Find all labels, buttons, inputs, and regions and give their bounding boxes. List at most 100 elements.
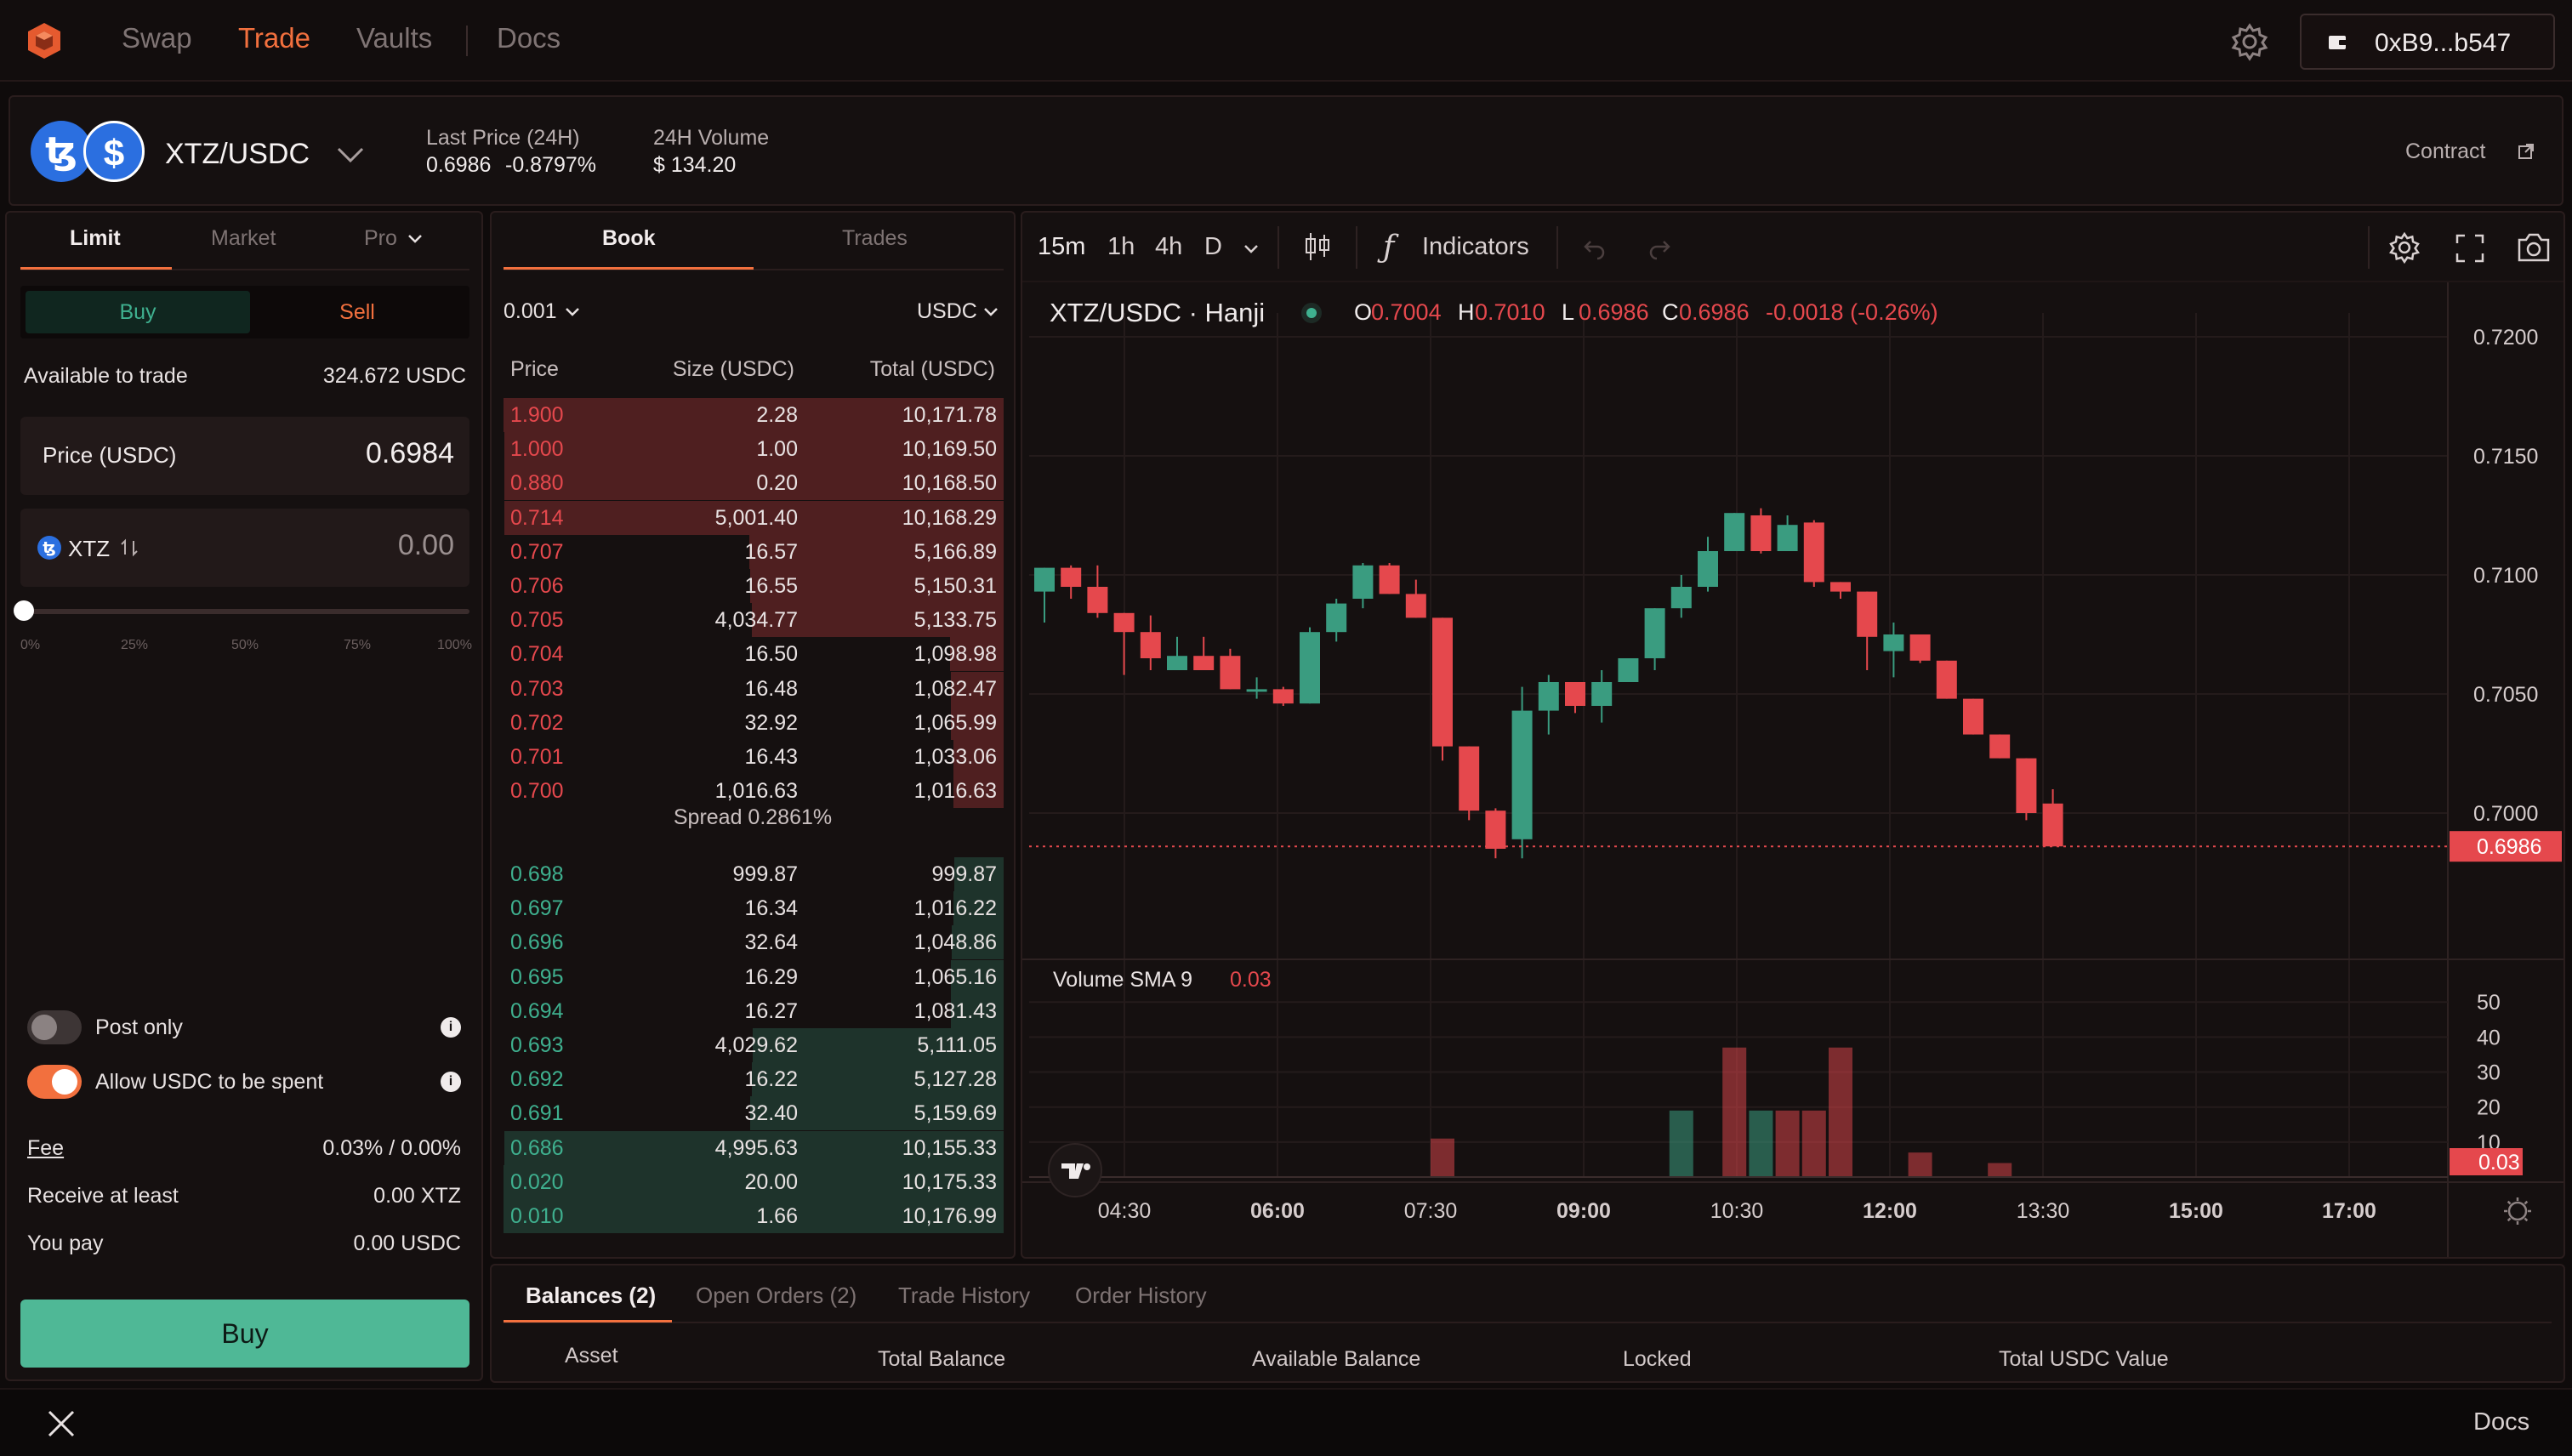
contract-link[interactable]: Contract <box>2405 139 2485 164</box>
candle[interactable] <box>1352 565 1374 599</box>
candle[interactable] <box>1140 632 1161 658</box>
function-fx-icon[interactable]: ƒ <box>1383 230 1410 265</box>
candle[interactable] <box>1750 515 1772 551</box>
sell-side-button[interactable]: Sell <box>250 291 464 333</box>
ask-row[interactable]: 0.704 16.50 1,098.98 <box>504 637 1004 672</box>
volume-bar[interactable] <box>1669 1110 1693 1177</box>
candlestick-chart[interactable]: 04:30 06:00 07:30 09:00 10:30 12:00 13:30 15:00… <box>1022 282 2563 1257</box>
tab-market[interactable]: Market <box>211 226 276 251</box>
candle[interactable] <box>1936 660 1957 699</box>
candle[interactable] <box>1618 658 1639 682</box>
candle[interactable] <box>1989 734 2011 759</box>
candle[interactable] <box>1087 587 1108 613</box>
quantity-input[interactable]: ꜩ XTZ 0.00 <box>20 509 469 587</box>
tab-book[interactable]: Book <box>602 226 656 251</box>
interval-d[interactable]: D <box>1204 233 1222 261</box>
volume-bar[interactable] <box>1775 1110 1800 1177</box>
chevron-down-icon[interactable] <box>1243 243 1259 253</box>
camera-icon[interactable] <box>2516 231 2552 264</box>
volume-bar[interactable] <box>1988 1163 2012 1177</box>
ask-row[interactable]: 0.705 4,034.77 5,133.75 <box>504 603 1004 638</box>
tab-balances[interactable]: Balances (2) <box>526 1283 656 1309</box>
bid-row[interactable]: 0.693 4,029.62 5,111.05 <box>504 1028 1004 1062</box>
chevron-down-icon[interactable] <box>407 233 424 245</box>
candle[interactable] <box>1644 608 1665 658</box>
tab-trade-history[interactable]: Trade History <box>898 1283 1030 1309</box>
ask-row[interactable]: 0.701 16.43 1,033.06 <box>504 740 1004 774</box>
candle[interactable] <box>1193 656 1215 670</box>
candle[interactable] <box>1670 587 1692 609</box>
tab-trades[interactable]: Trades <box>842 226 908 251</box>
nav-trade[interactable]: Trade <box>238 22 310 54</box>
candle[interactable] <box>1459 746 1480 811</box>
bid-row[interactable]: 0.696 32.64 1,048.86 <box>504 925 1004 960</box>
ask-row[interactable]: 0.714 5,001.40 10,168.29 <box>504 500 1004 535</box>
candle[interactable] <box>1167 656 1187 670</box>
candle[interactable] <box>1538 682 1559 711</box>
buy-side-button[interactable]: Buy <box>26 291 250 333</box>
info-icon[interactable]: i <box>441 1072 461 1092</box>
candle[interactable] <box>1379 565 1400 594</box>
undo-icon[interactable] <box>1582 235 1608 260</box>
volume-bar[interactable] <box>1722 1047 1747 1177</box>
chart-settings-gear-icon[interactable] <box>2387 230 2422 265</box>
volume-bar[interactable] <box>1829 1047 1852 1177</box>
candle[interactable] <box>1830 582 1851 592</box>
x-twitter-icon[interactable] <box>46 1408 77 1439</box>
volume-bar[interactable] <box>1801 1110 1826 1177</box>
pair-selector[interactable]: XTZ/USDC <box>165 138 310 171</box>
tradingview-logo[interactable] <box>1048 1143 1102 1197</box>
candle[interactable] <box>1034 567 1055 592</box>
ask-row[interactable]: 1.900 2.28 10,171.78 <box>504 398 1004 432</box>
bid-row[interactable]: 0.686 4,995.63 10,155.33 <box>504 1130 1004 1165</box>
candle[interactable] <box>1061 567 1082 587</box>
nav-vaults[interactable]: Vaults <box>356 22 432 54</box>
candle[interactable] <box>1777 525 1798 551</box>
ask-row[interactable]: 0.702 32.92 1,065.99 <box>504 705 1004 740</box>
footer-docs-link[interactable]: Docs <box>2473 1408 2529 1436</box>
ask-row[interactable]: 0.703 16.48 1,082.47 <box>504 671 1004 706</box>
allow-spend-toggle[interactable] <box>27 1065 82 1099</box>
candle[interactable] <box>1857 591 1878 637</box>
candle[interactable] <box>2016 758 2037 813</box>
tab-order-history[interactable]: Order History <box>1075 1283 1207 1309</box>
ask-row[interactable]: 0.880 0.20 10,168.50 <box>504 466 1004 501</box>
candle[interactable] <box>1246 689 1267 692</box>
bid-row[interactable]: 0.698 999.87 999.87 <box>504 857 1004 891</box>
chevron-down-icon[interactable] <box>565 306 580 316</box>
bid-row[interactable]: 0.691 32.40 5,159.69 <box>504 1096 1004 1131</box>
interval-4h[interactable]: 4h <box>1155 233 1182 261</box>
candle[interactable] <box>1405 594 1426 618</box>
candle[interactable] <box>1698 551 1718 587</box>
swap-arrows-icon[interactable] <box>119 537 139 558</box>
candle[interactable] <box>1220 656 1241 690</box>
ask-row[interactable]: 1.000 1.00 10,169.50 <box>504 432 1004 467</box>
candlestick-type-icon[interactable] <box>1303 230 1332 264</box>
ask-row[interactable]: 0.707 16.57 5,166.89 <box>504 534 1004 569</box>
indicators-button[interactable]: Indicators <box>1422 233 1529 261</box>
chevron-down-icon[interactable] <box>983 306 999 316</box>
tab-pro[interactable]: Pro <box>364 226 397 251</box>
amount-slider[interactable] <box>20 609 469 614</box>
candle[interactable] <box>1511 710 1533 839</box>
candle[interactable] <box>1272 689 1294 704</box>
candle[interactable] <box>2042 803 2063 847</box>
submit-buy-button[interactable]: Buy <box>20 1300 469 1368</box>
candle[interactable] <box>1565 682 1585 706</box>
ask-row[interactable]: 0.706 16.55 5,150.31 <box>504 569 1004 603</box>
candle[interactable] <box>1326 603 1347 633</box>
time-axis-settings-icon[interactable] <box>2507 1201 2528 1221</box>
nav-docs[interactable]: Docs <box>497 22 560 54</box>
fullscreen-icon[interactable] <box>2455 233 2485 264</box>
post-only-toggle[interactable] <box>27 1010 82 1044</box>
tab-open-orders[interactable]: Open Orders (2) <box>696 1283 856 1309</box>
candle[interactable] <box>1909 634 1931 661</box>
volume-bar[interactable] <box>1908 1152 1932 1177</box>
candle[interactable] <box>1963 698 1983 735</box>
bid-row[interactable]: 0.695 16.29 1,065.16 <box>504 959 1004 994</box>
candle[interactable] <box>1803 522 1824 583</box>
price-input[interactable]: Price (USDC) 0.6984 <box>20 417 469 495</box>
ask-row[interactable]: 0.700 1,016.63 1,016.63 <box>504 774 1004 809</box>
candle[interactable] <box>1300 632 1320 704</box>
bid-row[interactable]: 0.694 16.27 1,081.43 <box>504 993 1004 1028</box>
